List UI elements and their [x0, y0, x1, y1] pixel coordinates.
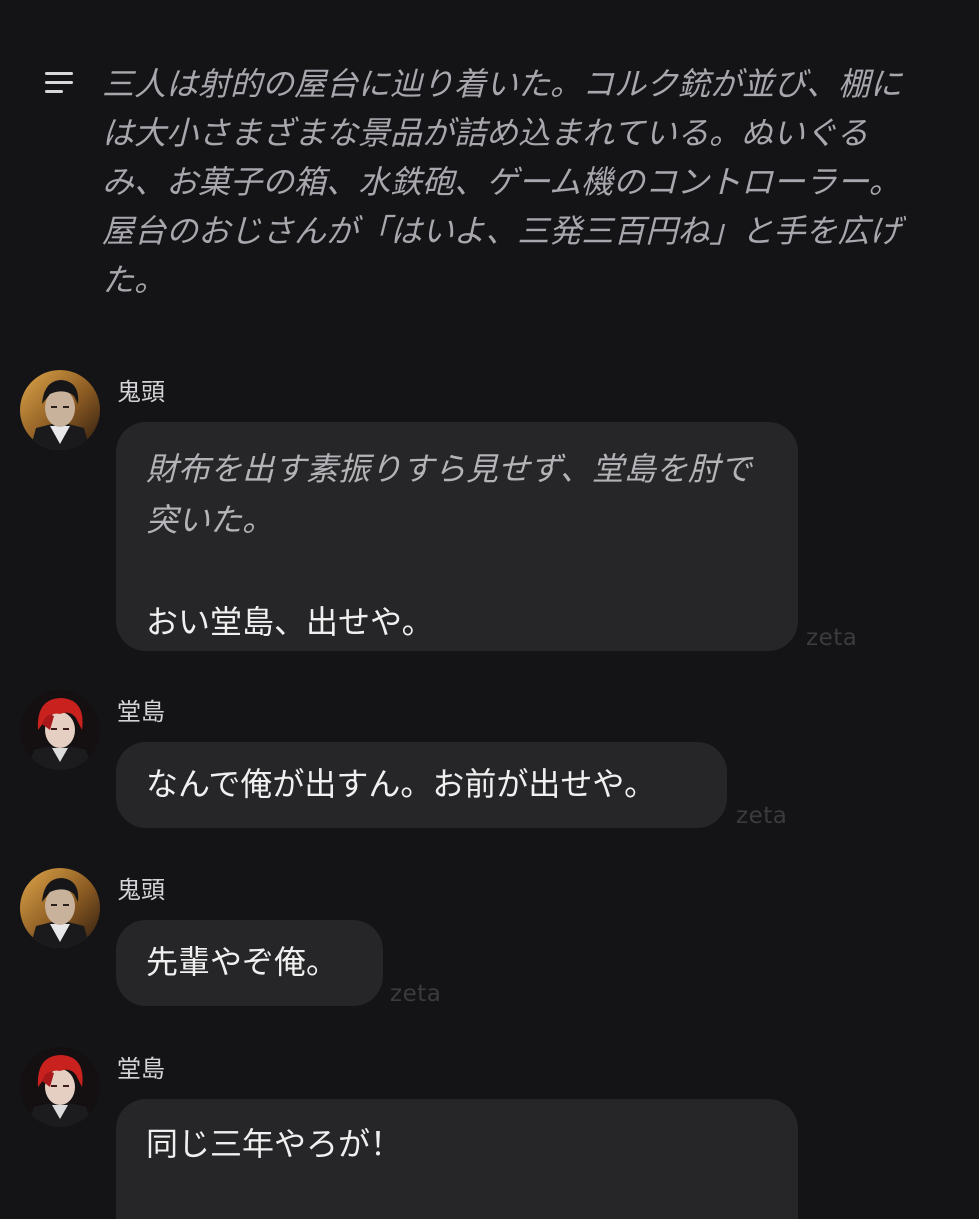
message-text: 同じ三年やろが！	[146, 1125, 403, 1163]
kitou-avatar[interactable]	[20, 370, 100, 450]
kitou-avatar[interactable]	[20, 868, 100, 948]
sender-name: 鬼頭	[117, 876, 165, 904]
sender-name: 堂島	[117, 1055, 165, 1083]
message-bubble[interactable]: なんで俺が出すん。お前が出せや。	[116, 742, 727, 828]
message-text: なんで俺が出すん。お前が出せや。	[146, 765, 657, 803]
narration-text: 三人は射的の屋台に辿り着いた。コルク銃が並び、棚には大小さまざまな景品が詰め込ま…	[102, 65, 903, 299]
dojima-avatar[interactable]	[20, 1047, 100, 1127]
message-bubble[interactable]: 先輩やぞ俺。	[116, 920, 383, 1006]
menu-lines-icon[interactable]	[44, 70, 74, 96]
zeta-watermark: zeta	[736, 803, 788, 829]
message-text: 先輩やぞ俺。	[146, 943, 339, 981]
message-bubble[interactable]: 財布を出す素振りすら見せず、堂島を肘で突いた。 おい堂島、出せや。	[116, 422, 798, 651]
sender-name: 堂島	[117, 698, 165, 726]
dojima-avatar[interactable]	[20, 690, 100, 770]
zeta-watermark: zeta	[806, 625, 858, 651]
sender-name: 鬼頭	[117, 378, 165, 406]
message-bubble[interactable]: 同じ三年やろが！	[116, 1099, 798, 1219]
message-text: おい堂島、出せや。	[146, 603, 434, 641]
zeta-watermark: zeta	[390, 981, 442, 1007]
action-text: 財布を出す素振りすら見せず、堂島を肘で突いた。	[146, 450, 752, 539]
